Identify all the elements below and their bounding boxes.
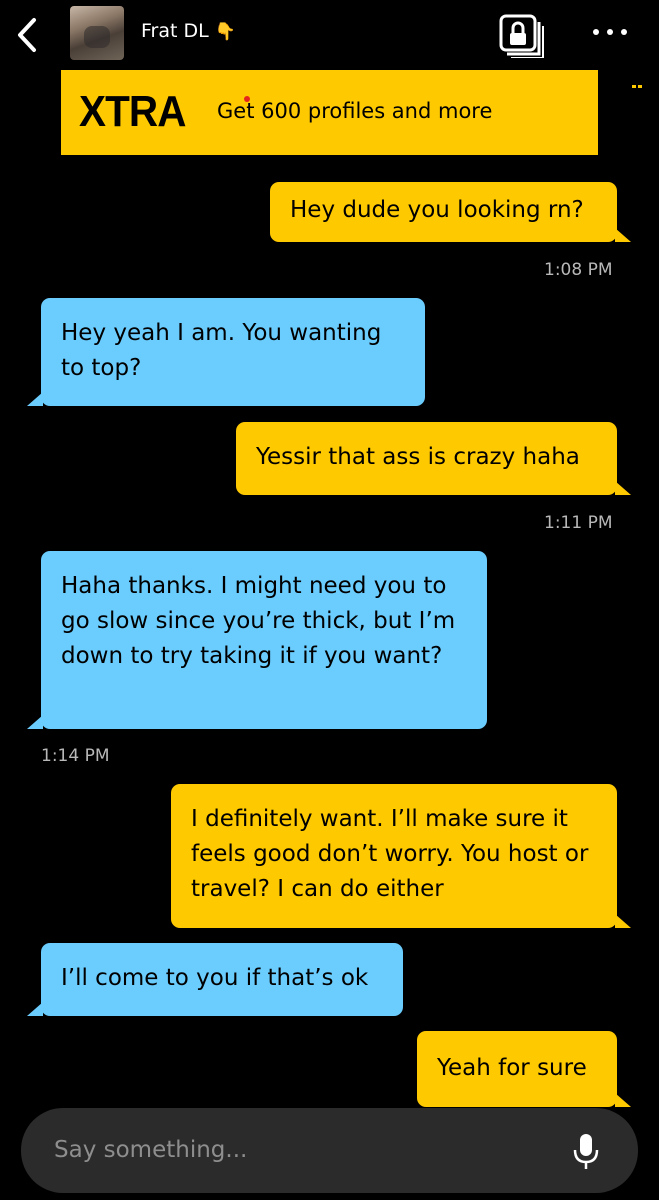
bubble-tail [27,715,43,729]
bubble-tail [615,1093,631,1107]
bubble-tail [615,914,631,928]
message-text: Yessir that ass is crazy haha [256,444,580,470]
message-text: Haha thanks. I might need you to go slow… [61,573,456,669]
profile-name[interactable]: Frat DL 👇 [141,20,236,42]
message-timestamp: 1:11 PM [544,513,613,533]
message-text: Hey yeah I am. You wanting to top? [61,320,382,381]
message-text: I definitely want. I’ll make sure it fee… [191,806,589,902]
message-input-placeholder: Say something... [54,1137,248,1163]
profile-name-text: Frat DL [141,20,209,42]
message-text: Hey dude you looking rn? [290,197,584,223]
message-outgoing[interactable]: Hey dude you looking rn? [270,182,631,242]
bubble-tail [27,1002,43,1016]
message-outgoing[interactable]: Yeah for sure [417,1031,631,1107]
message-incoming[interactable]: Hey yeah I am. You wanting to top? [27,298,425,406]
message-outgoing[interactable]: Yessir that ass is crazy haha [236,422,631,495]
message-incoming[interactable]: I’ll come to you if that’s ok [27,943,403,1016]
message-text: Yeah for sure [437,1055,587,1081]
banner-text: Get 600 profiles and more [217,99,493,123]
more-dots-icon[interactable] [588,20,632,44]
avatar[interactable] [70,6,124,60]
message-text: I’ll come to you if that’s ok [61,965,369,991]
chat-header: Frat DL 👇 [0,0,659,70]
bubble-tail [615,228,631,242]
xtra-logo: XTRA [79,87,186,136]
message-timestamp: 1:14 PM [41,746,110,766]
bubble-tail [27,392,43,406]
message-incoming[interactable]: Haha thanks. I might need you to go slow… [27,551,487,729]
message-outgoing[interactable]: I definitely want. I’ll make sure it fee… [171,784,631,928]
xtra-upsell-banner[interactable]: XTRA Get 600 profiles and more [61,70,645,155]
album-lock-icon[interactable] [493,12,545,58]
grindr-mask-icon [629,82,645,94]
message-input[interactable]: Say something... [21,1108,638,1193]
message-timestamp: 1:08 PM [544,260,613,280]
pointing-down-emoji: 👇 [214,22,236,42]
back-chevron-icon[interactable] [8,12,48,58]
bubble-tail [615,481,631,495]
microphone-icon[interactable] [571,1132,601,1172]
